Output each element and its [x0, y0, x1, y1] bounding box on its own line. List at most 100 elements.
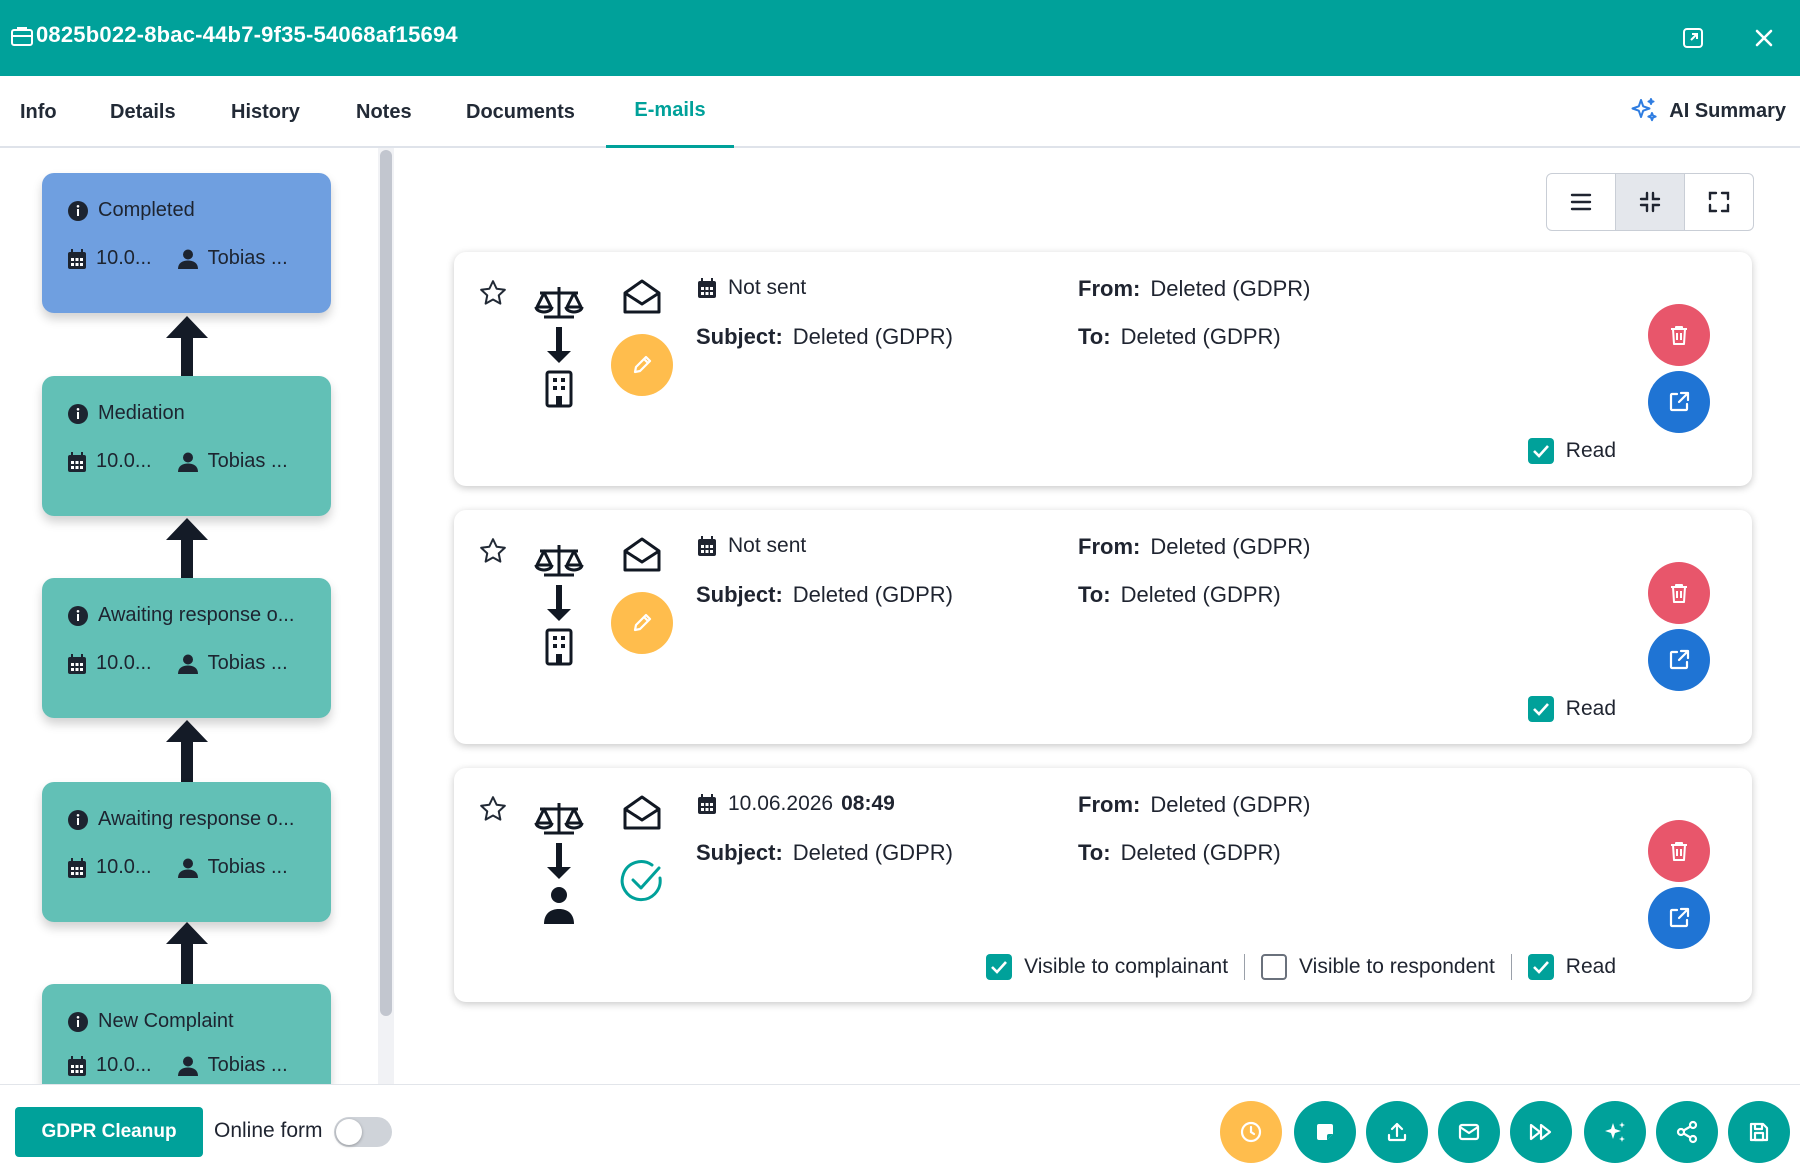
compose-email-button[interactable]: [1438, 1101, 1500, 1163]
subject-label: Subject:: [696, 582, 783, 607]
ai-summary-button[interactable]: AI Summary: [1629, 96, 1786, 126]
scales-icon: [534, 287, 584, 319]
star-icon[interactable]: [478, 794, 508, 824]
timeline-status-mediation[interactable]: Mediation 10.0... Tobias ...: [42, 376, 331, 516]
pencil-icon: [633, 613, 652, 632]
ai-assist-button[interactable]: [1584, 1101, 1646, 1163]
timeline-status-new-complaint[interactable]: New Complaint 10.0... Tobias ...: [42, 984, 331, 1084]
email-from: From: Deleted (GDPR): [1078, 534, 1310, 560]
next-status-button[interactable]: [1510, 1101, 1572, 1163]
add-note-button[interactable]: [1294, 1101, 1356, 1163]
email-to: To: Deleted (GDPR): [1078, 582, 1281, 608]
ai-summary-label: AI Summary: [1669, 99, 1786, 122]
reminder-button[interactable]: [1220, 1101, 1282, 1163]
status-user-text: Tobias ...: [207, 450, 288, 472]
expand-window-button[interactable]: [1675, 20, 1711, 56]
subject-value: Deleted (GDPR): [792, 582, 953, 607]
email-card[interactable]: 10.06.2026 08:49 Subject: Deleted (GDPR) …: [454, 768, 1752, 1002]
fast-forward-icon: [1529, 1123, 1552, 1141]
status-user-text: Tobias ...: [207, 1054, 288, 1076]
star-icon[interactable]: [478, 536, 508, 566]
email-from: From: Deleted (GDPR): [1078, 276, 1310, 302]
visible-to-complainant-checkbox[interactable]: Visible to complainant: [986, 954, 1228, 980]
read-checkbox[interactable]: Read: [1527, 954, 1616, 980]
external-link-icon: [1669, 907, 1690, 928]
timeline-arrow-up-icon: [166, 922, 208, 984]
delete-email-button[interactable]: [1648, 820, 1710, 882]
view-mode-toggle: [1546, 173, 1754, 231]
checkbox-label: Read: [1565, 955, 1616, 978]
visible-to-respondent-checkbox[interactable]: Visible to respondent: [1261, 954, 1495, 980]
tab-bar: Info Details History Notes Documents E-m…: [0, 76, 1800, 148]
checkbox-label: Visible to respondent: [1299, 955, 1495, 978]
to-label: To:: [1078, 324, 1111, 349]
status-title: New Complaint: [68, 1010, 234, 1033]
upload-button[interactable]: [1366, 1101, 1428, 1163]
share-button[interactable]: [1656, 1101, 1718, 1163]
email-subject: Subject: Deleted (GDPR): [696, 582, 953, 608]
info-icon: [68, 1011, 88, 1032]
delete-email-button[interactable]: [1648, 562, 1710, 624]
email-direction: [534, 284, 584, 413]
tab-label: E-mails: [634, 99, 706, 121]
arrow-down-icon: [547, 327, 571, 363]
email-date-text: Not sent: [728, 534, 807, 557]
timeline-status-completed[interactable]: Completed 10.0... Tobias ...: [42, 173, 331, 313]
read-checkbox[interactable]: Read: [1527, 696, 1616, 722]
briefcase-icon: [11, 27, 33, 46]
read-checkbox[interactable]: Read: [1527, 438, 1616, 464]
status-user: Tobias ...: [177, 652, 288, 675]
tab-emails[interactable]: E-mails: [606, 76, 734, 148]
collapse-icon: [1639, 191, 1661, 213]
view-compact-button[interactable]: [1615, 174, 1684, 230]
email-card[interactable]: Not sent Subject: Deleted (GDPR) From: Del…: [454, 252, 1752, 486]
status-date-text: 10.0...: [96, 856, 152, 878]
tab-label: Notes: [356, 100, 412, 123]
footer-toolbar: GDPR Cleanup Online form: [0, 1084, 1800, 1172]
status-title: Mediation: [68, 402, 185, 425]
close-window-button[interactable]: [1746, 20, 1782, 56]
status-user: Tobias ...: [177, 450, 288, 473]
expand-icon: [1708, 191, 1730, 213]
star-icon[interactable]: [478, 278, 508, 308]
timeline-status-awaiting-response[interactable]: Awaiting response o... 10.0... Tobias ..…: [42, 578, 331, 718]
info-icon: [68, 605, 88, 626]
info-icon: [68, 809, 88, 830]
calendar-icon: [68, 653, 86, 674]
to-value: Deleted (GDPR): [1120, 324, 1281, 349]
status-date: 10.0...: [68, 450, 152, 473]
timeline-status-awaiting-response[interactable]: Awaiting response o... 10.0... Tobias ..…: [42, 782, 331, 922]
tab-details[interactable]: Details: [84, 76, 202, 148]
subject-label: Subject:: [696, 324, 783, 349]
gdpr-cleanup-button[interactable]: GDPR Cleanup: [15, 1107, 203, 1157]
status-label: Completed: [98, 199, 195, 221]
sparkle-icon: [1631, 98, 1657, 122]
tab-documents[interactable]: Documents: [440, 76, 601, 148]
view-expanded-button[interactable]: [1684, 174, 1753, 230]
open-email-button[interactable]: [1648, 371, 1710, 433]
to-label: To:: [1078, 840, 1111, 865]
open-email-button[interactable]: [1648, 887, 1710, 949]
timeline-arrow-up-icon: [166, 720, 208, 782]
external-link-icon: [1669, 391, 1690, 412]
email-date-text: 10.06.2026: [728, 792, 834, 815]
online-form-toggle[interactable]: [334, 1117, 392, 1147]
check-icon: [1532, 703, 1549, 716]
view-list-button[interactable]: [1547, 174, 1615, 230]
user-icon: [177, 249, 198, 269]
tab-info[interactable]: Info: [0, 76, 83, 148]
person-icon: [544, 887, 574, 924]
tab-notes[interactable]: Notes: [330, 76, 438, 148]
status-meta: 10.0... Tobias ...: [68, 652, 288, 675]
envelope-open-icon: [623, 795, 661, 830]
email-card[interactable]: Not sent Subject: Deleted (GDPR) From: Del…: [454, 510, 1752, 744]
delete-email-button[interactable]: [1648, 304, 1710, 366]
mail-icon: [1458, 1123, 1480, 1141]
status-label: Awaiting response o...: [98, 604, 295, 626]
timeline-scrollbar-thumb[interactable]: [380, 150, 392, 1016]
save-button[interactable]: [1728, 1101, 1790, 1163]
tab-history[interactable]: History: [205, 76, 326, 148]
to-label: To:: [1078, 582, 1111, 607]
open-email-button[interactable]: [1648, 629, 1710, 691]
check-icon: [991, 961, 1008, 974]
